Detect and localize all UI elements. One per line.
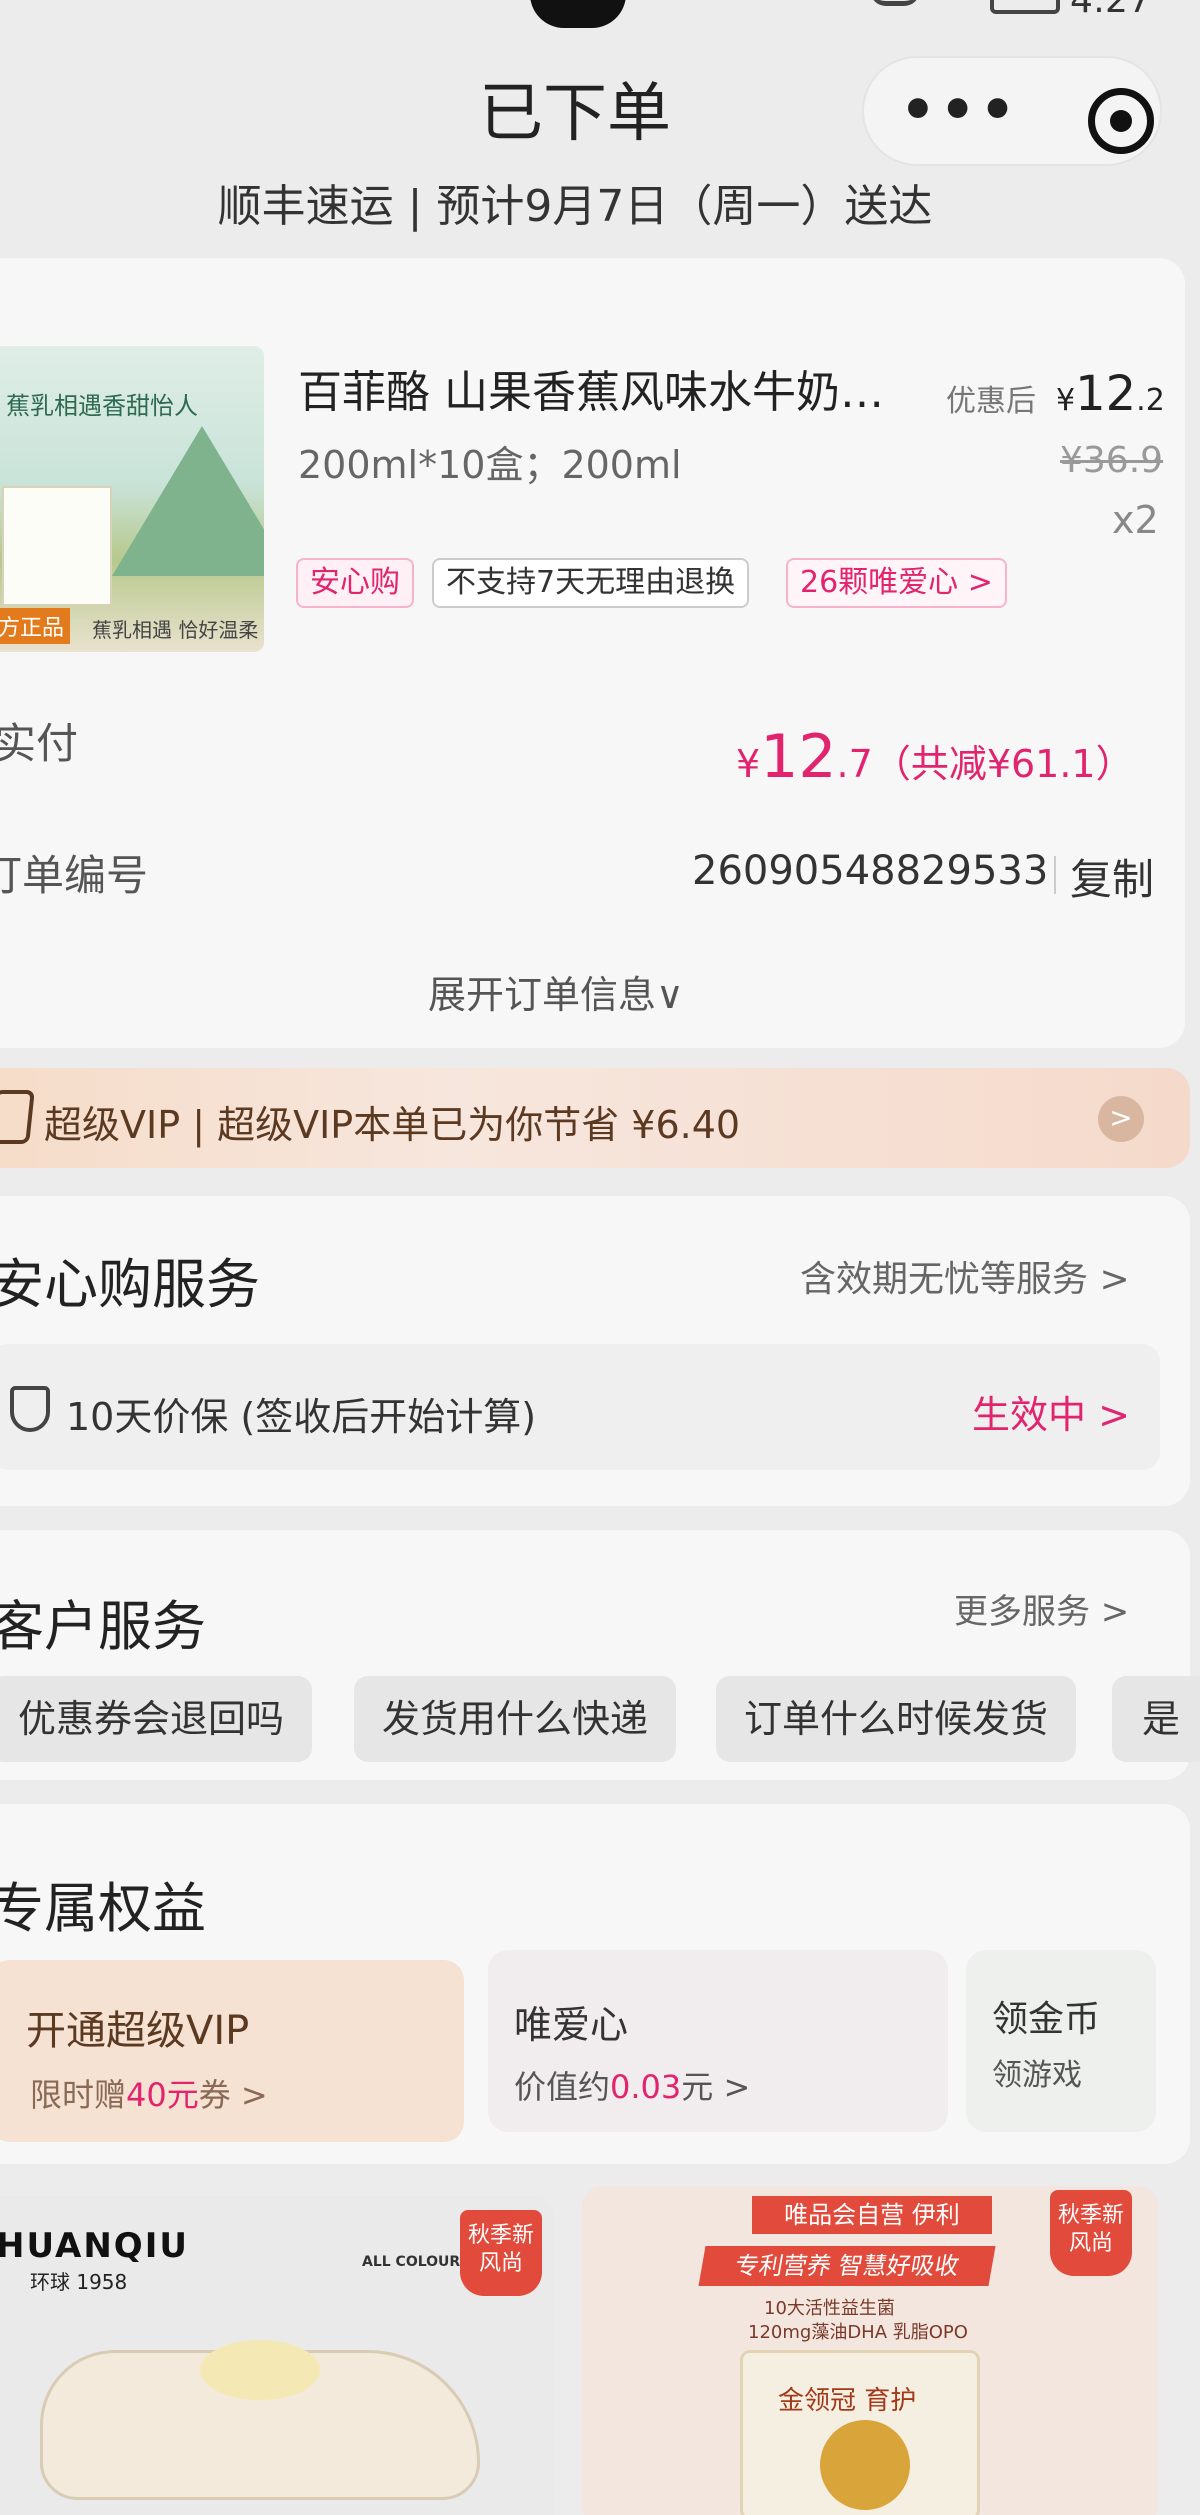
price-original: ¥36.9 bbox=[1060, 440, 1164, 481]
delivery-subtitle: 顺丰速运 | 预计9月7日（周一）送达 bbox=[217, 181, 933, 232]
question-more[interactable]: 是 bbox=[1112, 1676, 1200, 1762]
paid-currency: ¥ bbox=[736, 742, 761, 786]
shield-icon bbox=[10, 1386, 50, 1432]
milk-can-shape bbox=[820, 2420, 910, 2510]
wifi-icon bbox=[870, 0, 920, 6]
brand-sub: 环球 1958 bbox=[30, 2270, 128, 2294]
milk-brand: 金领冠 育护 bbox=[778, 2386, 917, 2416]
autumn-badge-right: 秋季新风尚 bbox=[1050, 2190, 1132, 2276]
discount-label: 优惠后 bbox=[946, 384, 1036, 419]
product-image-text: 蕉乳相遇香甜怡人 bbox=[6, 392, 198, 420]
chip-anxingou[interactable]: 安心购 bbox=[296, 558, 414, 608]
quantity: x2 bbox=[1112, 498, 1159, 542]
question-ship-time[interactable]: 订单什么时候发货 bbox=[716, 1676, 1077, 1762]
order-number-label: 订单编号 bbox=[0, 851, 149, 900]
chip-no-return: 不支持7天无理由退换 bbox=[432, 558, 750, 608]
close-target-icon[interactable] bbox=[1088, 88, 1154, 154]
more-icon[interactable]: ••• bbox=[900, 78, 1019, 143]
benefit-heart-sub-prefix: 价值约 bbox=[514, 2068, 611, 2106]
product-image-slogan: 蕉乳相遇 恰好温柔 bbox=[92, 618, 259, 642]
more-services-link[interactable]: 更多服务 > bbox=[954, 1584, 1129, 1633]
benefit-heart-title: 唯爱心 bbox=[514, 2003, 629, 2047]
benefit-heart-sub: 价值约0.03元 > bbox=[514, 2062, 750, 2108]
product-image[interactable]: 蕉乳相遇香甜怡人 方正品 蕉乳相遇 恰好温柔 bbox=[0, 346, 264, 652]
benefit-coin-sub: 领游戏 bbox=[992, 2058, 1082, 2093]
authentic-tag: 方正品 bbox=[0, 608, 71, 644]
question-courier[interactable]: 发货用什么快递 bbox=[354, 1676, 677, 1762]
price-dec: .2 bbox=[1136, 383, 1165, 418]
benefit-heart-value: 0.03 bbox=[610, 2068, 682, 2106]
copy-button[interactable]: 复制 bbox=[1070, 846, 1154, 907]
milk-feature-1: 10大活性益生菌 bbox=[764, 2298, 895, 2319]
milk-top-banner: 唯品会自营 伊利 bbox=[752, 2196, 992, 2234]
price-protect-status[interactable]: 生效中 > bbox=[972, 1384, 1130, 1439]
service-more-link[interactable]: 含效期无忧等服务 > bbox=[800, 1250, 1130, 1302]
shoe-lace-shape bbox=[200, 2340, 320, 2400]
currency-symbol: ¥ bbox=[1056, 383, 1076, 418]
paid-saved: （共减¥61.1） bbox=[872, 742, 1134, 786]
benefit-vip-amount: 40元 bbox=[126, 2076, 199, 2114]
chevron-right-icon[interactable]: > bbox=[1098, 1096, 1144, 1142]
price-protect-label: 10天价保 (签收后开始计算) bbox=[66, 1395, 537, 1439]
customer-service-title: 客户服务 bbox=[0, 1595, 206, 1658]
order-number: 26090548829533 bbox=[692, 848, 1049, 894]
brand-logo-huanqiu: HUANQIU bbox=[0, 2226, 189, 2266]
benefit-vip-sub: 限时赠40元券 > bbox=[30, 2070, 268, 2116]
paid-label: 实付 bbox=[0, 719, 79, 768]
chip-hearts[interactable]: 26颗唯爱心 > bbox=[786, 558, 1007, 608]
paid-dec: .7 bbox=[836, 742, 873, 786]
question-coupon-return[interactable]: 优惠券会退回吗 bbox=[0, 1676, 313, 1762]
service-title: 安心购服务 bbox=[0, 1253, 260, 1316]
autumn-badge-left: 秋季新风尚 bbox=[460, 2210, 542, 2296]
allcolour-text: ALL COLOUR bbox=[362, 2254, 461, 2270]
milk-slogan-banner: 专利营养 智慧好吸收 bbox=[698, 2246, 996, 2286]
status-time: 4:27 bbox=[1070, 0, 1151, 21]
divider bbox=[1054, 856, 1056, 894]
product-name[interactable]: 百菲酪 山果香蕉风味水牛奶… bbox=[298, 356, 884, 420]
product-box-shape bbox=[2, 486, 112, 606]
benefit-coin-title: 领金币 bbox=[992, 1999, 1101, 2040]
battery-icon bbox=[990, 0, 1060, 14]
benefit-vip-sub-prefix: 限时赠 bbox=[30, 2076, 127, 2114]
paid-value: ¥12.7（共减¥61.1） bbox=[736, 722, 1134, 792]
mountain-shape bbox=[112, 426, 264, 576]
expand-order-info[interactable]: 展开订单信息∨ bbox=[428, 964, 684, 1019]
benefit-vip-sub-suffix: 券 > bbox=[198, 2076, 268, 2114]
benefit-vip-title: 开通超级VIP bbox=[26, 2008, 250, 2054]
product-spec: 200ml*10盒；200ml bbox=[298, 443, 682, 487]
front-camera bbox=[530, 0, 626, 28]
price-int: 12 bbox=[1075, 366, 1137, 422]
price-now: ¥12.2 bbox=[1056, 366, 1165, 422]
milk-feature-2: 120mg藻油DHA 乳脂OPO bbox=[748, 2322, 968, 2343]
paid-int: 12 bbox=[760, 722, 837, 792]
vip-s-icon bbox=[0, 1090, 35, 1144]
benefits-title: 专属权益 bbox=[0, 1877, 206, 1940]
benefit-heart-sub-suffix: 元 > bbox=[681, 2068, 751, 2106]
vip-banner-text: 超级VIP | 超级VIP本单已为你节省 ¥6.40 bbox=[44, 1103, 741, 1147]
